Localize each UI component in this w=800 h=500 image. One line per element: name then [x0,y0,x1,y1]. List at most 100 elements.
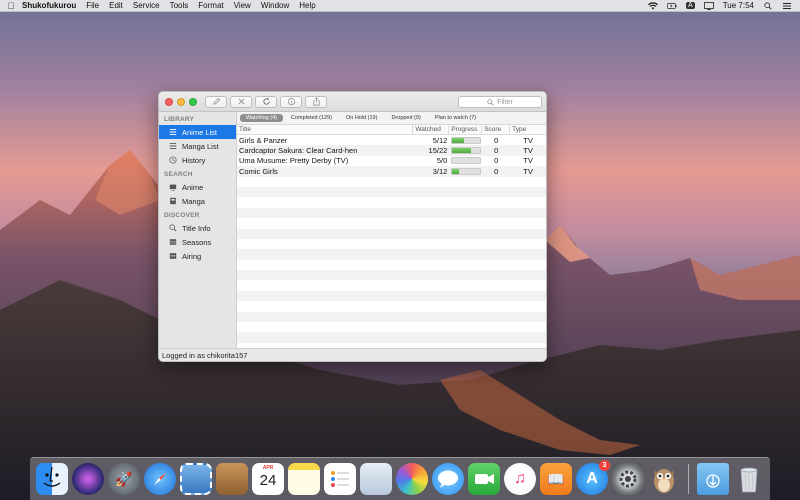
finder-face-icon [43,466,61,487]
downloads-folder-icon[interactable] [697,463,729,495]
row-type: TV [523,146,533,156]
window-close-button[interactable] [165,97,173,106]
safari-icon[interactable] [144,463,176,495]
dock-separator [688,464,689,494]
sidebar-item-history[interactable]: History [159,153,236,167]
preview-icon[interactable] [360,463,392,495]
window-minimize-button[interactable] [177,97,185,106]
sidebar-item-title-info[interactable]: Title Info [159,221,236,235]
sidebar-item-label: History [182,155,206,165]
column-header-type[interactable]: Type [510,125,546,134]
compass-needle-icon [154,473,166,485]
row-watched: 15/22 [428,146,448,156]
sidebar-item-search-anime[interactable]: Anime [159,180,236,194]
reminders-icon[interactable] [324,463,356,495]
ibooks-icon[interactable]: 📖 [540,463,572,495]
tab-completed[interactable]: Completed (129) [285,114,338,122]
calendar-icon[interactable]: APR 24 [252,463,284,495]
app-store-badge: 3 [599,460,610,471]
menu-format[interactable]: Format [198,1,223,10]
tab-watching[interactable]: Watching (4) [240,114,283,122]
input-source-icon[interactable]: A [686,2,695,9]
siri-icon[interactable] [72,463,104,495]
menu-tools[interactable]: Tools [170,1,189,10]
launchpad-icon[interactable]: 🚀 [108,463,140,495]
refresh-button[interactable] [255,95,277,108]
row-score: 0 [494,156,499,166]
menu-window[interactable]: Window [261,1,289,10]
photos-icon[interactable] [396,463,428,495]
filter-placeholder: Filter [497,98,513,106]
shukofukurou-owl-icon[interactable] [648,463,680,495]
facetime-icon[interactable] [468,463,500,495]
wifi-icon[interactable] [648,1,659,10]
column-header-score[interactable]: Score [482,125,511,134]
itunes-icon[interactable]: ♫ [504,463,536,495]
sidebar-item-airing[interactable]: Airing [159,249,236,263]
display-icon[interactable] [703,1,714,10]
table-row[interactable]: Uma Musume: Pretty Derby (TV) 5/0 0 TV [237,156,546,166]
contacts-icon[interactable] [216,463,248,495]
row-watched: 3/12 [432,166,448,176]
sidebar-item-label: Anime [182,182,204,192]
info-icon [287,97,295,106]
column-header-watched[interactable]: Watched [413,125,450,134]
menubar-clock[interactable]: Tue 7:54 [723,1,754,10]
menu-file[interactable]: File [86,1,99,10]
table-row[interactable]: Cardcaptor Sakura: Clear Card-hen 15/22 … [237,145,546,156]
refresh-icon [262,97,270,105]
row-title: Uma Musume: Pretty Derby (TV) [239,156,349,166]
empty-row [237,332,546,343]
row-score: 0 [494,146,499,156]
spotlight-search-icon[interactable] [763,1,773,10]
notes-icon[interactable] [288,463,320,495]
table-row[interactable]: Comic Girls 3/12 0 TV [237,166,546,177]
apple-menu-icon[interactable]:  [0,1,22,11]
messages-icon[interactable] [432,463,464,495]
dock: 🚀 APR 24 ♫ 📖 A 3 [30,457,770,500]
delete-entry-button[interactable] [230,95,252,108]
row-type: TV [523,166,533,176]
empty-row [237,322,546,332]
menu-app-name[interactable]: Shukofukurou [22,1,76,10]
column-header-progress[interactable]: Progress [449,125,483,134]
sidebar-item-seasons[interactable]: Seasons [159,235,236,249]
menu-edit[interactable]: Edit [109,1,123,10]
progress-fill [452,137,465,143]
sidebar-item-anime-list[interactable]: Anime List [159,125,236,139]
sidebar-item-search-manga[interactable]: Manga [159,194,236,208]
sidebar-item-label: Manga [182,196,205,206]
window-zoom-button[interactable] [189,97,197,106]
column-header-title[interactable]: Title [237,125,414,134]
progress-fill [452,168,460,174]
table-row[interactable]: Girls & Panzer 5/12 0 TV [237,135,546,145]
battery-icon[interactable] [667,2,677,10]
cross-icon [238,98,244,105]
info-button[interactable] [280,95,302,108]
trash-icon[interactable] [733,463,765,495]
empty-row [237,311,546,323]
tab-plan-to-watch[interactable]: Plan to watch (7) [429,114,482,122]
empty-row [237,177,546,187]
system-preferences-icon[interactable] [612,463,644,495]
app-store-icon[interactable]: A 3 [576,460,610,495]
filter-search-field[interactable]: Filter [458,96,542,108]
menu-service[interactable]: Service [133,1,160,10]
finder-icon[interactable] [36,463,68,495]
row-watched: 5/12 [432,135,448,145]
menu-view[interactable]: View [234,1,251,10]
menu-help[interactable]: Help [299,1,315,10]
notification-center-icon[interactable] [782,2,792,10]
sidebar-item-manga-list[interactable]: Manga List [159,139,236,153]
window-toolbar: Filter [159,92,546,112]
share-button[interactable] [305,95,327,108]
sidebar-heading-discover: DISCOVER [164,212,200,219]
mail-stamp-icon[interactable] [180,463,212,495]
empty-row [237,290,546,302]
tab-on-hold[interactable]: On Hold (19) [340,114,384,122]
tab-dropped[interactable]: Dropped (9) [385,114,426,122]
login-status: Logged in as chikorita157 [162,350,248,360]
sidebar-heading-search: SEARCH [164,171,193,178]
edit-entry-button[interactable] [205,95,227,108]
checklist-icon [331,471,349,487]
